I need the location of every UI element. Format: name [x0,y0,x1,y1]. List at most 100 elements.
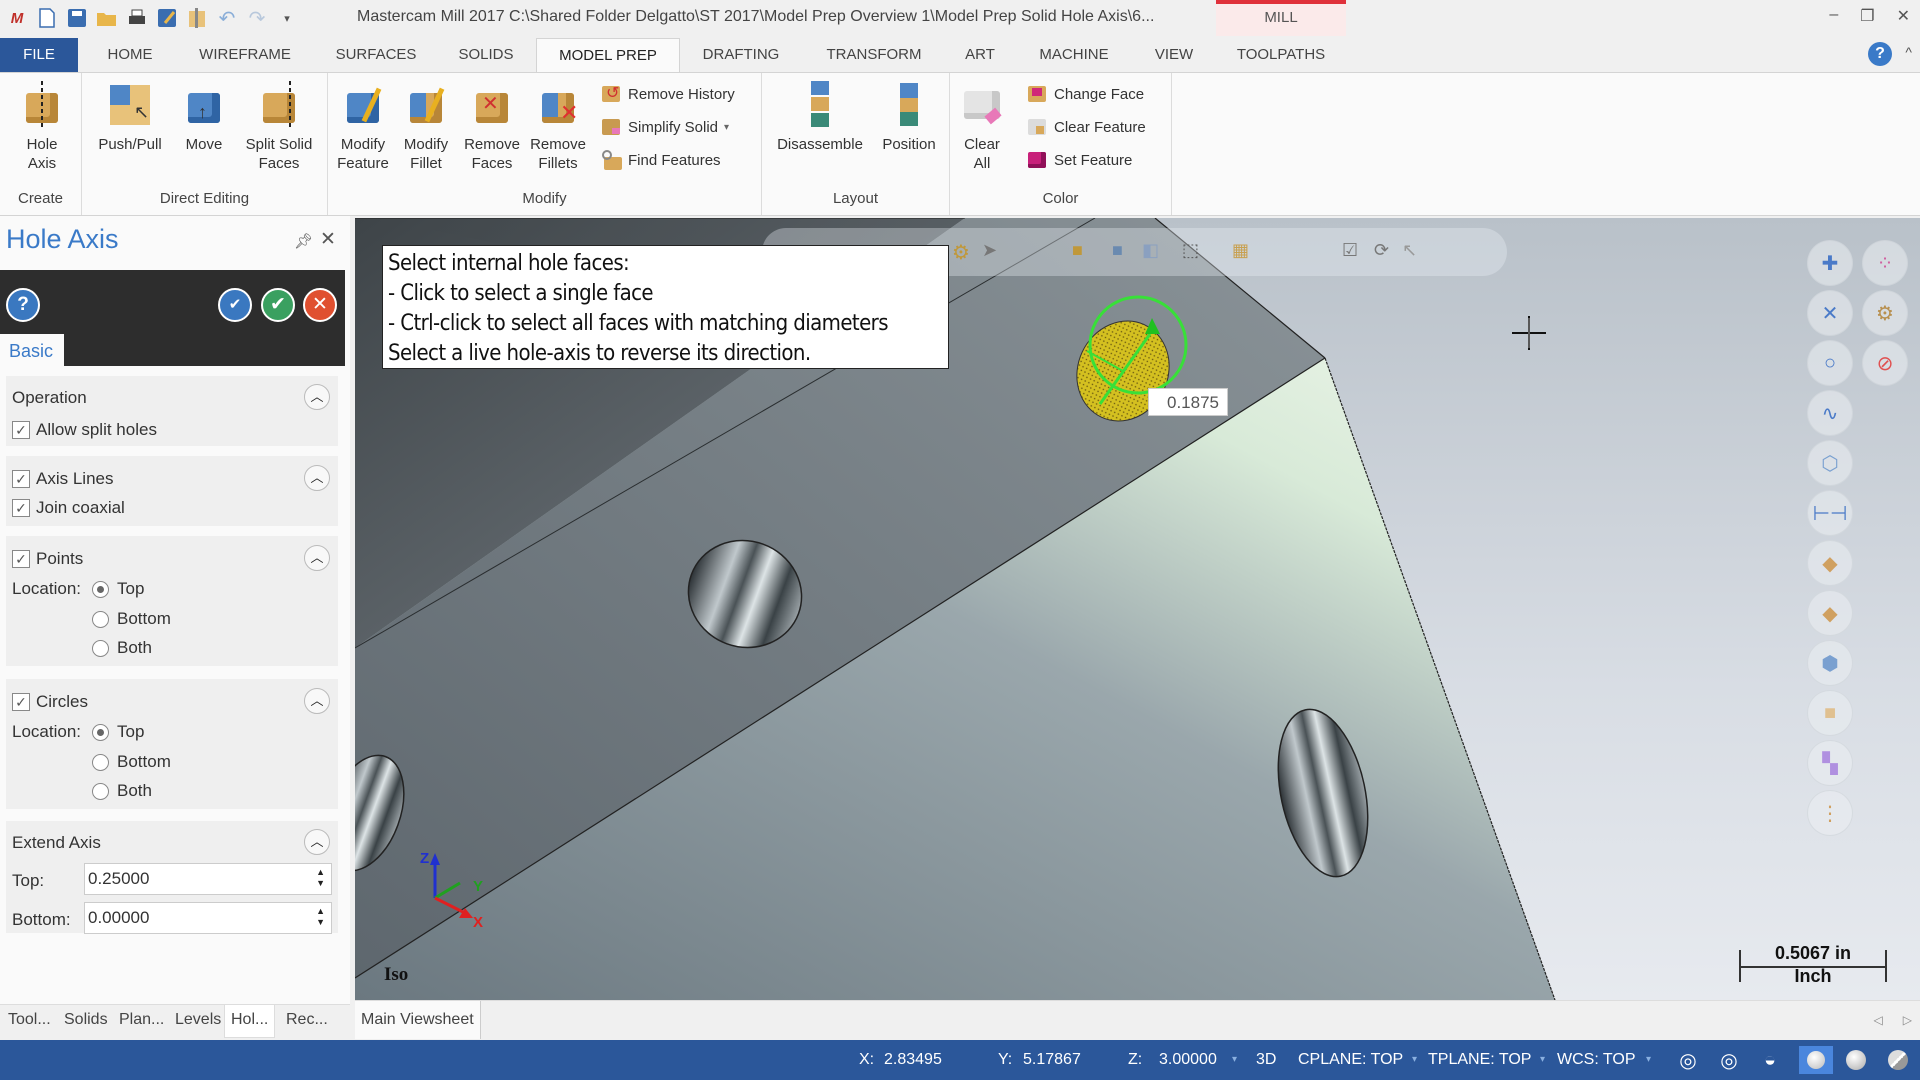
position-button[interactable]: Position [874,81,944,154]
modify-feature-button[interactable]: Modify Feature [332,81,394,173]
settings-gear-icon[interactable]: ⚙ [952,240,970,265]
quick-mask-lines-icon[interactable]: ✕ [1807,290,1853,336]
tab-view[interactable]: VIEW [1144,38,1204,72]
zip2go-icon[interactable] [186,7,208,29]
simplify-solid-dropdown-icon[interactable]: ▾ [724,122,729,133]
quick-mask-splines-icon[interactable]: ∿ [1807,390,1853,436]
save-icon[interactable] [66,7,88,29]
clear-feature-button[interactable]: Clear Feature [1026,116,1146,138]
collapse-operation-icon[interactable]: ︿ [304,384,330,410]
undo-icon[interactable]: ↶ [216,7,238,30]
collapse-points-icon[interactable]: ︿ [304,545,330,571]
tab-solids[interactable]: SOLIDS [448,38,524,72]
z-dropdown-icon[interactable]: ▾ [1232,1054,1237,1065]
tab-planes-manager[interactable]: Plan... [119,1011,164,1029]
customize-icon[interactable]: ▾ [276,7,298,29]
z-depth-field[interactable]: 3.00000 [1159,1051,1217,1069]
print-icon[interactable] [126,7,148,29]
tab-toolpaths[interactable]: TOOLPATHS [1228,38,1334,72]
modify-fillet-button[interactable]: Modify Fillet [396,81,456,173]
viewsheet-prev-icon[interactable]: ◁ [1874,1013,1883,1027]
select-arrow-icon[interactable]: ➤ [982,240,997,261]
window-select-icon[interactable]: ⬚ [1182,240,1199,261]
tab-home[interactable]: HOME [88,38,172,72]
quick-mask-arcs-icon[interactable]: ○ [1807,340,1853,386]
quick-mask-surfaces-icon[interactable]: ⬡ [1807,440,1853,486]
remove-fillets-button[interactable]: ✕ Remove Fillets [526,81,590,173]
tab-basic[interactable]: Basic [0,334,64,366]
tab-art[interactable]: ART [954,38,1006,72]
shaded-with-edges-icon[interactable] [1842,1046,1870,1074]
clear-all-button[interactable]: Clear All [960,81,1004,173]
tplane-selector[interactable]: TPLANE: TOP [1428,1051,1531,1069]
tab-levels-manager[interactable]: Levels [175,1011,221,1029]
help-button[interactable]: ? [6,288,40,322]
toggle-selection-icon[interactable]: ⟳ [1374,240,1389,261]
hidden-line-removal-icon[interactable]: ◒ [1756,1046,1784,1074]
quick-mask-meshes-icon[interactable]: ▚ [1807,740,1853,786]
top-spinner-icon[interactable]: ▲ ▼ [316,867,325,889]
save-as-icon[interactable] [156,7,178,29]
collapse-ribbon-icon[interactable]: ^ [1905,44,1912,60]
set-feature-button[interactable]: Set Feature [1026,149,1132,171]
quick-mask-solid-faces-icon[interactable]: ◆ [1807,590,1853,636]
select-solid-icon[interactable]: ■ [1072,240,1083,261]
remove-history-button[interactable]: ↺ Remove History [600,83,735,105]
tplane-dropdown-icon[interactable]: ▾ [1540,1054,1545,1065]
axis-lines-checkbox[interactable]: ✓ Axis Lines [12,469,113,489]
ok-and-create-new-button[interactable]: ✔ [218,288,252,322]
viewsheet-next-icon[interactable]: ▷ [1903,1013,1912,1027]
tab-drafting[interactable]: DRAFTING [690,38,792,72]
quick-mask-dimensions-icon[interactable]: ⊢⊣ [1807,490,1853,536]
tab-wireframe[interactable]: WIREFRAME [186,38,304,72]
change-face-button[interactable]: Change Face [1026,83,1144,105]
tab-surfaces[interactable]: SURFACES [318,38,434,72]
help-icon[interactable]: ? [1868,42,1892,66]
new-file-icon[interactable] [36,7,58,29]
top-extend-input[interactable]: 0.25000 ▲ ▼ [84,863,332,895]
selection-mode-icon[interactable]: ▦ [1232,240,1249,261]
points-location-bottom-radio[interactable]: Bottom [92,609,171,629]
quick-mask-more-icon[interactable]: ⋮ [1807,790,1853,836]
cplane-selector[interactable]: CPLANE: TOP [1298,1051,1403,1069]
points-checkbox[interactable]: ✓ Points [12,549,83,569]
quick-mask-solids-icon[interactable]: ■ [1807,690,1853,736]
circles-location-both-radio[interactable]: Both [92,781,152,801]
simplify-solid-button[interactable]: Simplify Solid ▾ [600,116,729,138]
tab-hole-axis-manager[interactable]: Hol... [224,1005,276,1038]
restore-button[interactable]: ❐ [1860,6,1874,26]
collapse-circles-icon[interactable]: ︿ [304,688,330,714]
redo-icon[interactable]: ↷ [246,7,268,30]
wireframe-display-icon[interactable]: ◎ [1674,1046,1702,1074]
tab-main-viewsheet[interactable]: Main Viewsheet [355,1001,481,1039]
disassemble-button[interactable]: Disassemble [772,81,868,154]
select-face-icon[interactable]: ■ [1112,240,1123,261]
panel-close-icon[interactable]: ✕ [320,228,336,251]
x-coordinate[interactable]: 2.83495 [884,1051,942,1069]
tab-file[interactable]: FILE [0,38,78,72]
verify-selection-icon[interactable]: ☑ [1342,240,1358,261]
tab-recent-functions[interactable]: Rec... [286,1011,328,1029]
minimize-button[interactable]: – [1829,6,1838,26]
wcs-selector[interactable]: WCS: TOP [1557,1051,1636,1069]
quick-mask-points-icon[interactable]: ✚ [1807,240,1853,286]
open-icon[interactable] [96,7,118,29]
bottom-extend-input[interactable]: 0.00000 ▲ ▼ [84,902,332,934]
join-coaxial-checkbox[interactable]: ✓ Join coaxial [12,498,125,518]
quick-mask-solid-edges-icon[interactable]: ◆ [1807,540,1853,586]
graphics-viewport[interactable]: Z Y X ⚙ ➤ ■ ■ ◧ ⬚ ▦ ☑ ⟳ ↖ Select interna… [355,218,1920,1000]
quick-mask-solid-body-icon[interactable]: ⬢ [1807,640,1853,686]
quick-mask-settings-icon[interactable]: ⚙ [1862,290,1908,336]
tab-toolpaths-manager[interactable]: Tool... [8,1011,51,1029]
tab-machine[interactable]: MACHINE [1030,38,1118,72]
hidden-line-display-icon[interactable]: ◎ [1715,1046,1743,1074]
unselect-icon[interactable]: ↖ [1402,240,1417,261]
close-button[interactable]: ✕ [1897,6,1910,26]
move-button[interactable]: ↑ Move [176,81,232,154]
select-body-icon[interactable]: ◧ [1142,240,1159,261]
circles-location-top-radio[interactable]: Top [92,722,144,742]
wcs-dropdown-icon[interactable]: ▾ [1646,1054,1651,1065]
app-logo-icon[interactable]: M [6,7,28,29]
points-location-top-radio[interactable]: Top [92,579,144,599]
mode-3d-toggle[interactable]: 3D [1256,1051,1276,1069]
